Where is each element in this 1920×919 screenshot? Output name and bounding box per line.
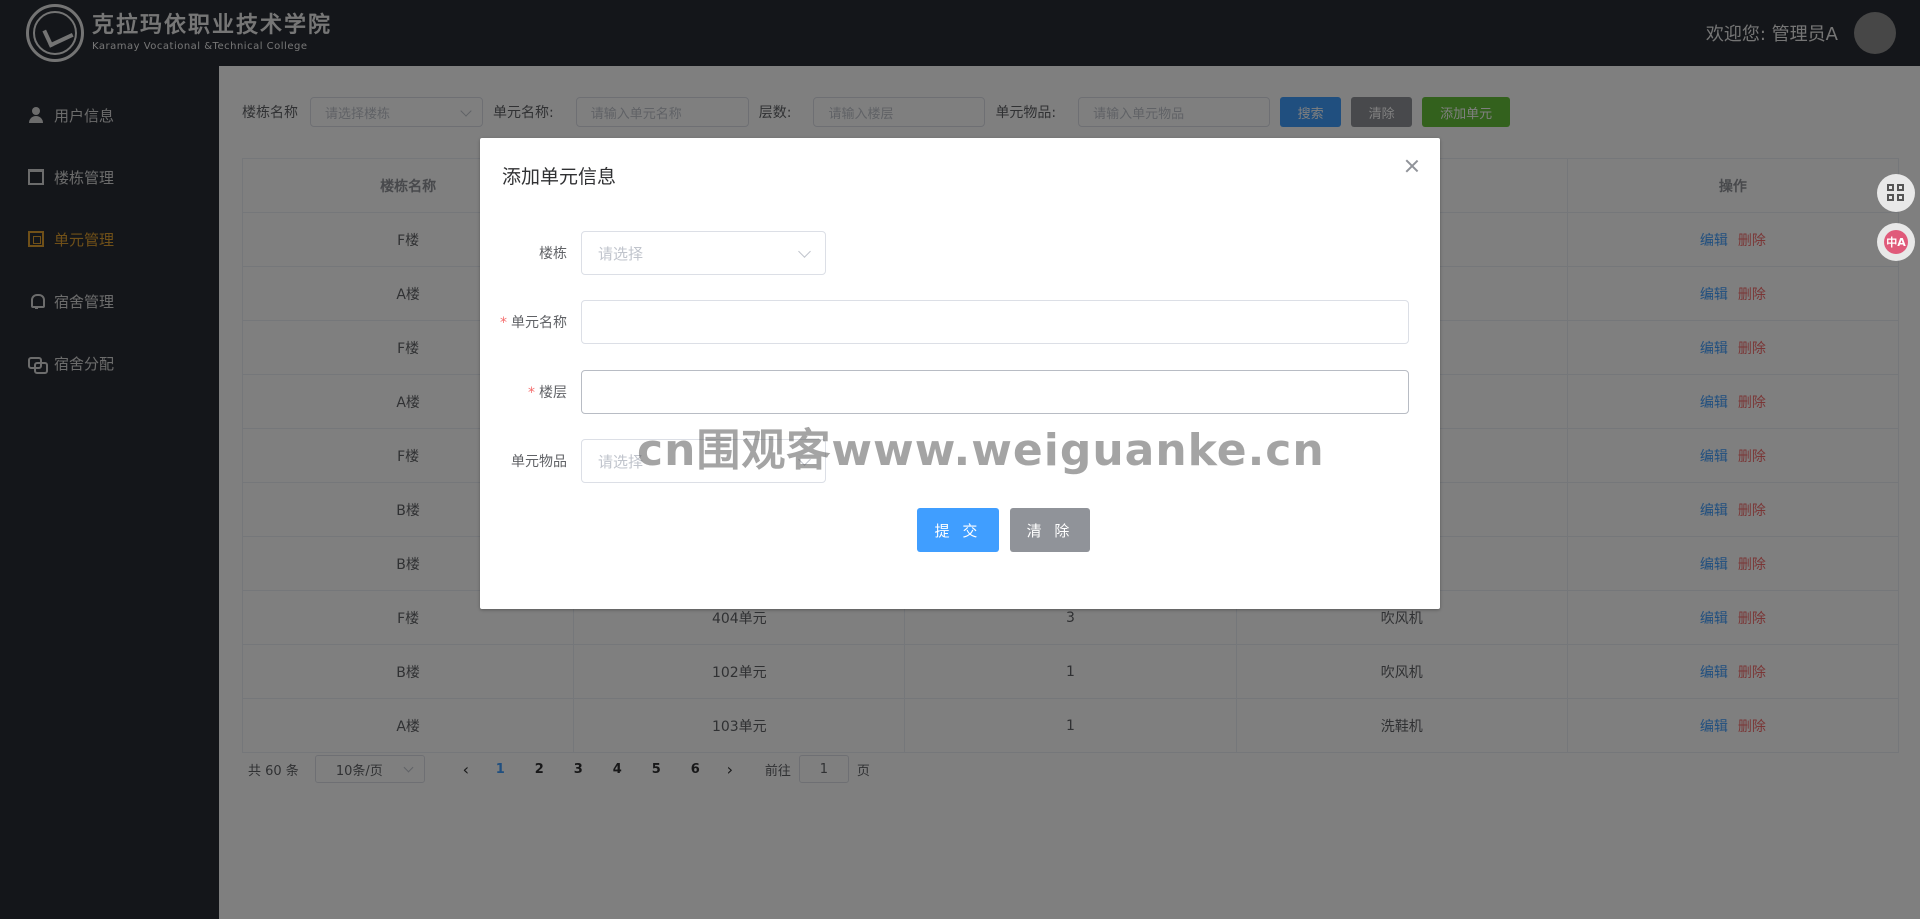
unit-name-input[interactable]	[581, 300, 1409, 344]
floor-input[interactable]	[581, 370, 1409, 414]
unit-name-form-row: * 单元名称	[480, 300, 1409, 344]
floating-grid-button[interactable]	[1877, 174, 1915, 212]
submit-button[interactable]: 提 交	[917, 508, 999, 552]
required-mark: *	[500, 315, 507, 331]
floor-form-row: * 楼层	[480, 370, 1409, 414]
building-field-label: 楼栋	[539, 246, 567, 262]
floating-translate-button[interactable]: 中A	[1877, 223, 1915, 261]
close-icon[interactable]	[1404, 158, 1420, 174]
add-unit-dialog: 添加单元信息 楼栋 请选择 * 单元名称 * 楼层 单元物品 请选择 提 交 清 除	[480, 138, 1440, 609]
item-field-label: 单元物品	[511, 454, 567, 470]
required-mark: *	[528, 385, 535, 401]
dialog-title: 添加单元信息	[502, 166, 617, 188]
floor-field-label: 楼层	[539, 385, 567, 401]
dialog-clear-button[interactable]: 清 除	[1010, 508, 1090, 552]
watermark-text: cn围观客www.weiguanke.cn	[637, 425, 1325, 476]
grid-icon	[1887, 184, 1905, 202]
translate-icon: 中A	[1884, 230, 1908, 254]
unit-name-field-label: 单元名称	[511, 315, 567, 331]
building-form-row: 楼栋 请选择	[480, 231, 826, 275]
building-select[interactable]: 请选择	[581, 231, 826, 275]
